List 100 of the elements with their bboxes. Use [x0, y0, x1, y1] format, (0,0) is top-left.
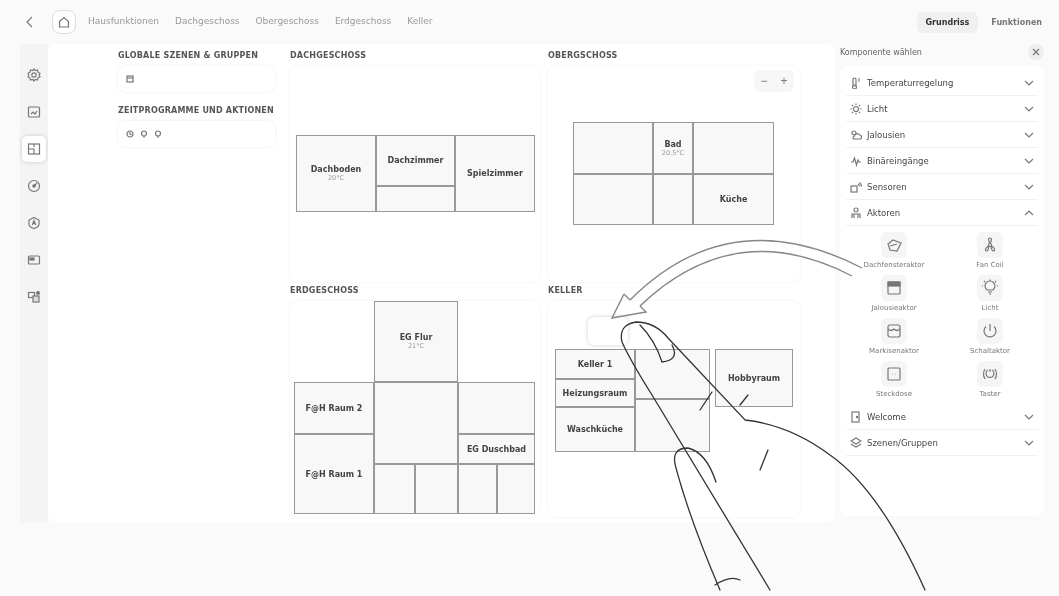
bulb-icon	[154, 130, 162, 138]
room-name: Küche	[719, 195, 748, 204]
back-chevron-icon	[25, 16, 33, 28]
picture-frame-icon	[27, 105, 41, 119]
close-icon	[1032, 48, 1040, 56]
chevron-down-icon	[1024, 105, 1034, 112]
chevron-down-icon	[1024, 157, 1034, 164]
room-area[interactable]: F@H Raum 1	[294, 434, 374, 514]
roof-window-icon	[885, 236, 903, 254]
power-icon	[981, 322, 999, 340]
room-area[interactable]: Keller 1	[555, 349, 635, 379]
category-row[interactable]: Sensoren	[846, 174, 1038, 200]
room-name: Dachboden	[310, 165, 362, 174]
chevron-down-icon	[1024, 131, 1034, 138]
room-area[interactable]: Heizungsraum	[555, 379, 635, 407]
close-button[interactable]	[1028, 44, 1044, 60]
house-icon	[58, 16, 70, 28]
component-button[interactable]	[881, 275, 907, 301]
floor-heading: DACHGESCHOSS	[290, 51, 368, 61]
zoom-out-button[interactable]: −	[754, 70, 774, 92]
room-area[interactable]: Spielzimmer	[455, 135, 535, 212]
light-bulb-icon	[981, 279, 999, 297]
room-area[interactable]: Hobbyraum	[715, 349, 793, 407]
room-area[interactable]: Küche	[693, 174, 774, 225]
signal-wave-icon	[850, 154, 862, 167]
door-icon	[850, 410, 862, 423]
component-button[interactable]	[881, 232, 907, 258]
category-label: Temperaturregelung	[867, 77, 955, 88]
chevron-down-icon	[1024, 439, 1034, 446]
room-name: Heizungsraum	[562, 388, 628, 398]
category-label: Licht	[867, 103, 889, 114]
floor-heading: OBERGSCHOSS	[548, 51, 619, 61]
gauge-icon	[27, 179, 41, 193]
thermometer-icon	[850, 76, 862, 89]
room-area[interactable]	[635, 399, 710, 452]
room-name: F@H Raum 1	[305, 469, 363, 479]
awning-icon	[885, 322, 903, 340]
bulb-icon	[140, 130, 148, 138]
room-name: Keller 1	[577, 359, 613, 369]
category-row[interactable]: Jalousien	[846, 122, 1038, 148]
screen-icon	[27, 253, 41, 267]
category-row[interactable]: Aktoren	[846, 200, 1038, 226]
shield-letter-icon	[27, 216, 41, 230]
category-row[interactable]: Binäreingänge	[846, 148, 1038, 174]
section-heading: ZEITPROGRAMME UND AKTIONEN	[118, 106, 275, 116]
component-button[interactable]	[881, 361, 907, 387]
devices-icon	[27, 290, 41, 304]
sun-icon	[850, 102, 862, 115]
chevron-up-icon	[1024, 209, 1034, 216]
room-name: Spielzimmer	[467, 169, 523, 178]
room-name: EG Flur	[399, 333, 433, 342]
category-label: Szenen/Gruppen	[867, 437, 939, 448]
view-toggle[interactable]: Grundriss	[916, 11, 979, 33]
category-label: Jalousien	[867, 129, 907, 140]
category-row[interactable]: Welcome	[846, 404, 1038, 430]
chevron-down-icon	[1024, 183, 1034, 190]
panel-title: Komponente wählen	[840, 47, 922, 57]
room-name: Dachzimmer	[387, 156, 444, 165]
component-button[interactable]	[977, 361, 1003, 387]
component-button[interactable]	[977, 275, 1003, 301]
clock-icon	[126, 130, 134, 138]
room-area[interactable]: F@H Raum 2	[294, 382, 374, 434]
floor-heading: ERDGESCHOSS	[290, 286, 360, 296]
category-label: Welcome	[867, 411, 907, 422]
category-row[interactable]: Szenen/Gruppen	[846, 430, 1038, 456]
room-area[interactable]: EG Duschbad	[458, 434, 535, 464]
blind-icon	[126, 75, 134, 83]
view-toggle[interactable]: Funktionen	[982, 11, 1051, 33]
zoom-in-button[interactable]: +	[774, 70, 794, 92]
room-name: F@H Raum 2	[305, 403, 363, 413]
floor-heading: KELLER	[548, 286, 584, 296]
room-name: Hobbyraum	[727, 373, 781, 383]
floor-plan-icon	[27, 142, 41, 156]
category-row[interactable]: Temperaturregelung	[846, 70, 1038, 96]
section-heading: GLOBALE SZENEN & GRUPPEN	[118, 51, 260, 61]
category-label: Sensoren	[867, 181, 908, 192]
room-name: Waschküche	[567, 425, 623, 434]
component-button[interactable]	[977, 318, 1003, 344]
socket-icon	[885, 365, 903, 383]
category-label: Binäreingänge	[867, 155, 930, 166]
blind-icon	[885, 279, 903, 297]
dragged-tile[interactable]	[588, 317, 628, 345]
category-label: Aktoren	[867, 207, 902, 218]
gear-icon	[27, 68, 41, 82]
cloud-sun-icon	[850, 128, 862, 141]
category-row[interactable]: Licht	[846, 96, 1038, 122]
room-area[interactable]: Dachzimmer	[376, 135, 455, 186]
sensor-icon	[850, 180, 862, 193]
component-button[interactable]	[881, 318, 907, 344]
chevron-down-icon	[1024, 413, 1034, 420]
layers-icon	[850, 436, 862, 449]
chevron-down-icon	[1024, 79, 1034, 86]
room-area[interactable]: Waschküche	[555, 407, 635, 452]
room-name: Bad	[664, 139, 682, 149]
sidebar-button[interactable]	[22, 136, 46, 162]
component-button[interactable]	[977, 232, 1003, 258]
actuator-icon	[850, 206, 862, 219]
home-button[interactable]	[52, 10, 76, 34]
room-area[interactable]	[635, 349, 710, 399]
room-name: EG Duschbad	[466, 444, 527, 454]
